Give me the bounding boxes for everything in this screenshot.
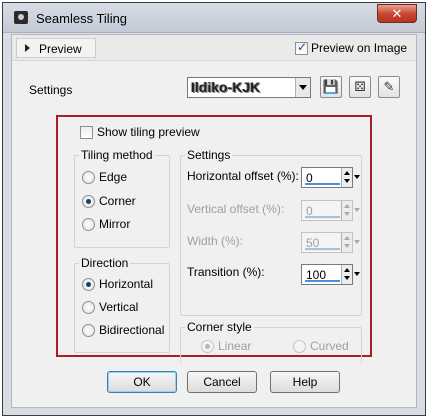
horizontal-radio[interactable]: [82, 278, 95, 291]
dialog-body: Preview Preview on Image Settings Ildiko…: [11, 34, 417, 408]
ok-button[interactable]: OK: [107, 371, 177, 393]
width-label: Width (%):: [187, 234, 244, 248]
vertical-radio[interactable]: [82, 301, 95, 314]
seamless-tiling-dialog: Seamless Tiling ✕ Preview Preview on Ima…: [2, 2, 426, 416]
dice-icon: ⚄: [354, 79, 366, 94]
title-bar[interactable]: Seamless Tiling ✕: [3, 3, 425, 33]
vertical-label: Vertical: [99, 300, 139, 314]
settings-group-title: Settings: [185, 148, 233, 162]
chevron-down-icon[interactable]: [295, 78, 310, 97]
horizontal-offset-spinner[interactable]: 0: [301, 167, 353, 188]
preset-value: Ildiko-KJK: [191, 79, 261, 95]
save-preset-button[interactable]: 💾: [320, 76, 342, 98]
preview-on-image-checkbox[interactable]: [295, 40, 308, 55]
cancel-button[interactable]: Cancel: [187, 371, 257, 393]
corner-label: Corner: [99, 194, 136, 208]
vertical-offset-stepper: [341, 201, 352, 220]
mirror-label: Mirror: [99, 217, 131, 231]
window-title: Seamless Tiling: [36, 11, 128, 26]
randomize-button[interactable]: ⚄: [349, 76, 371, 98]
preview-label: Preview: [39, 42, 82, 56]
expand-arrow-icon: [25, 44, 30, 52]
vertical-offset-slider: [305, 216, 340, 218]
mirror-radio[interactable]: [82, 218, 95, 231]
curved-label: Curved: [310, 339, 349, 353]
chevron-down-icon[interactable]: [353, 167, 362, 188]
width-slider: [305, 248, 340, 250]
edit-preset-icon: ✎: [383, 79, 395, 94]
width-stepper: [341, 233, 352, 252]
horizontal-offset-label: Horizontal offset (%):: [187, 169, 299, 183]
tiling-method-title: Tiling method: [79, 148, 155, 162]
vertical-offset-spinner: 0: [301, 200, 353, 221]
linear-radio: [201, 340, 214, 353]
chevron-down-icon[interactable]: [353, 264, 362, 285]
edit-preset-button[interactable]: ✎: [378, 76, 400, 98]
help-button[interactable]: Help: [270, 371, 340, 393]
direction-group: Direction Horizontal Vertical Bidirectio…: [74, 256, 170, 353]
corner-style-group: Corner style Linear Curved: [180, 320, 362, 363]
preset-dropdown[interactable]: Ildiko-KJK: [187, 77, 311, 98]
transition-stepper[interactable]: [341, 265, 352, 284]
transition-label: Transition (%):: [187, 265, 265, 279]
linear-label: Linear: [218, 339, 252, 353]
horizontal-offset-stepper[interactable]: [341, 168, 352, 187]
camera-icon: [14, 11, 28, 24]
horizontal-offset-slider[interactable]: [305, 183, 340, 185]
show-tiling-preview-label: Show tiling preview: [97, 125, 200, 139]
edge-label: Edge: [99, 170, 128, 184]
close-button[interactable]: ✕: [377, 4, 417, 23]
preview-on-image-label: Preview on Image: [311, 41, 408, 55]
preview-toggle-button[interactable]: Preview: [16, 38, 96, 58]
save-icon: 💾: [322, 79, 340, 94]
bidirectional-radio[interactable]: [82, 324, 95, 337]
width-spinner: 50: [301, 232, 353, 253]
tiling-method-group: Tiling method Edge Corner Mirror: [74, 148, 170, 248]
edge-radio[interactable]: [82, 171, 95, 184]
corner-style-title: Corner style: [185, 320, 254, 334]
direction-title: Direction: [79, 256, 131, 270]
chevron-down-icon: [353, 200, 362, 221]
vertical-offset-label: Vertical offset (%):: [187, 202, 285, 216]
settings-label: Settings: [29, 83, 73, 97]
horizontal-label: Horizontal: [99, 277, 154, 291]
settings-group: Settings Horizontal offset (%): 0 Vertic…: [180, 148, 362, 316]
bidirectional-label: Bidirectional: [99, 323, 165, 337]
transition-slider[interactable]: [305, 280, 340, 282]
show-tiling-preview-checkbox[interactable]: [80, 126, 93, 139]
chevron-down-icon: [353, 232, 362, 253]
preview-bar: Preview Preview on Image: [12, 35, 416, 61]
transition-spinner[interactable]: 100: [301, 264, 353, 285]
corner-radio[interactable]: [82, 195, 95, 208]
options-panel: Show tiling preview Tiling method Edge C…: [56, 115, 372, 363]
curved-radio: [293, 340, 306, 353]
